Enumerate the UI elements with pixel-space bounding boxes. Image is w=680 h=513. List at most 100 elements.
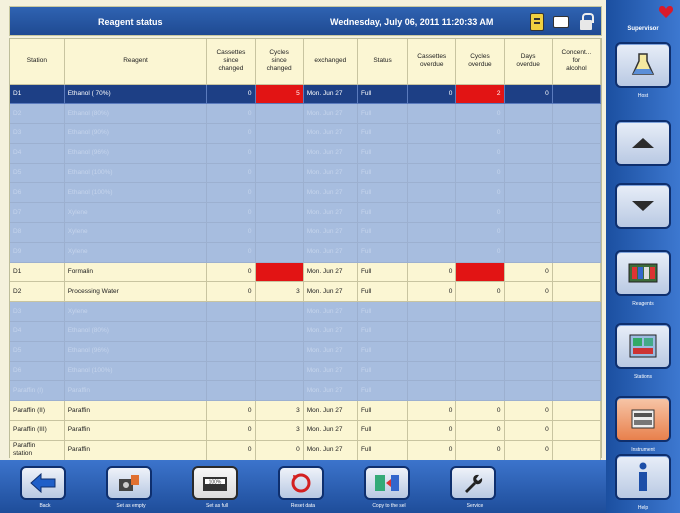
reset-data-label: Reset data [290,503,316,509]
table-row[interactable]: Paraffin (I) Paraffin Mon. Jun 27 Full [10,380,602,402]
back-button[interactable]: Back [20,466,66,509]
table-row[interactable]: D6 Ethanol (100%) 0 Mon. Jun 27 Full 0 [10,182,602,204]
table-row[interactable]: Paraffin (III) Paraffin 0 3 Mon. Jun 27 Full 0… [10,420,602,441]
host-button[interactable]: Host [615,42,671,99]
table-cell: D5 [10,341,65,362]
table-cell [504,103,553,125]
table-cell [504,182,553,204]
table-cell: D4 [10,321,65,342]
table-cell: Ethanol (80%) [64,103,208,125]
table-cell: Mon. Jun 27 [303,163,358,184]
table-cell: Full [357,262,409,283]
table-cell [206,301,256,323]
status-header: Reagent status Wednesday, July 06, 2011 … [9,6,602,36]
table-cell: 0 [206,222,256,243]
column-header[interactable]: Cassettes since changed [206,39,256,85]
table-cell: Full [357,440,409,461]
table-cell [552,440,602,461]
table-cell [552,380,602,402]
table-row[interactable]: D2 Processing Water 0 3 Mon. Jun 27 Full 0 0 0 [10,281,602,303]
table-cell: Mon. Jun 27 [303,84,358,105]
column-header[interactable]: Cassettes overdue [407,39,457,85]
lock-icon[interactable] [580,13,594,31]
stations-button[interactable]: Stations [615,323,671,380]
table-cell: 0 [407,84,457,105]
copy-to-sel-button[interactable]: Copy to the sel [364,466,410,509]
set-full-button[interactable]: 100% Set as full [192,466,238,509]
table-row[interactable]: D5 Ethanol (100%) 0 Mon. Jun 27 Full 0 [10,163,602,184]
table-row[interactable]: D2 Ethanol (80%) 0 Mon. Jun 27 Full 0 [10,103,602,125]
table-cell: D1 [10,262,65,283]
table-cell: Mon. Jun 27 [303,143,358,164]
table-row[interactable]: D6 Ethanol (100%) Mon. Jun 27 Full [10,361,602,382]
document-icon[interactable] [530,13,544,31]
table-cell: 0 [504,440,553,461]
column-header[interactable]: Concent... for alcohol [552,39,602,85]
table-row[interactable]: D4 Ethanol (80%) Mon. Jun 27 Full [10,321,602,342]
table-cell: Processing Water [64,281,208,303]
table-cell: 0 [455,281,505,303]
table-row[interactable]: Paraffin station Paraffin 0 0 Mon. Jun 27 Ful… [10,440,602,461]
column-header[interactable]: Cycles overdue [455,39,505,85]
table-cell [407,222,457,243]
table-cell: Paraffin (III) [10,420,65,441]
table-cell: 0 [455,143,505,164]
table-cell: 0 [455,103,505,125]
table-row[interactable]: D8 Xylene 0 Mon. Jun 27 Full 0 [10,222,602,243]
table-cell: Paraffin [64,420,208,441]
column-header[interactable]: Days overdue [504,39,553,85]
table-row[interactable]: D3 Xylene Mon. Jun 27 Full [10,301,602,323]
table-cell [504,361,553,382]
table-cell: Ethanol ( 70%) [64,84,208,105]
table-cell [255,301,304,323]
user-status[interactable]: Supervisor [606,0,680,38]
set-empty-button[interactable]: Set as empty [106,466,152,509]
table-cell: D3 [10,123,65,144]
table-row[interactable]: D3 Ethanol (90%) 0 Mon. Jun 27 Full 0 [10,123,602,144]
help-button[interactable]: Help [615,454,671,511]
scroll-up-button[interactable] [615,120,671,166]
column-header[interactable]: exchanged [303,39,358,85]
service-button[interactable]: Service [450,466,496,509]
reagent-table: Station Reagent Cassettes since changed Cyc… [9,38,602,461]
table-cell: D7 [10,202,65,224]
table-row[interactable]: Paraffin (II) Paraffin 0 3 Mon. Jun 27 Full 0 0… [10,400,602,422]
table-cell [552,222,602,243]
instrument-button[interactable]: Instrument [615,396,671,453]
table-row[interactable]: D1 Formalin 0 Mon. Jun 27 Full 0 0 [10,262,602,283]
reagents-button[interactable]: Reagents [615,250,671,307]
table-cell: 3 [255,400,304,422]
table-cell [552,202,602,224]
table-cell: Full [357,84,409,105]
column-header[interactable]: Reagent [64,39,208,85]
table-cell: 3 [255,281,304,303]
table-cell [407,123,457,144]
table-cell [504,222,553,243]
table-row[interactable]: D7 Xylene 0 Mon. Jun 27 Full 0 [10,202,602,224]
column-header[interactable]: Station [10,39,65,85]
table-row[interactable]: D9 Xylene 0 Mon. Jun 27 Full 0 [10,242,602,263]
table-cell [255,182,304,204]
table-cell [552,103,602,125]
column-header[interactable]: Cycles since changed [255,39,304,85]
table-cell [255,341,304,362]
datetime-label: Wednesday, July 06, 2011 11:20:33 AM [330,17,494,27]
copy-icon [375,475,399,491]
table-row[interactable]: D4 Ethanol (96%) 0 Mon. Jun 27 Full 0 [10,143,602,164]
table-row[interactable]: D5 Ethanol (96%) Mon. Jun 27 Full [10,341,602,362]
scroll-down-button[interactable] [615,183,671,229]
copy-to-sel-label: Copy to the sel [372,503,406,509]
window-icon[interactable] [553,16,569,28]
table-cell [504,123,553,144]
table-cell: D5 [10,163,65,184]
column-header[interactable]: Status [357,39,409,85]
reset-data-button[interactable]: Reset data [278,466,324,509]
table-cell: Ethanol (80%) [64,321,208,342]
table-row[interactable]: D1 Ethanol ( 70%) 0 5 Mon. Jun 27 Full 0 2 0 [10,84,602,105]
table-cell [504,202,553,224]
table-cell [455,380,505,402]
table-cell [552,420,602,441]
table-cell: 0 [504,262,553,283]
table-cell [255,202,304,224]
table-cell: 0 [206,163,256,184]
